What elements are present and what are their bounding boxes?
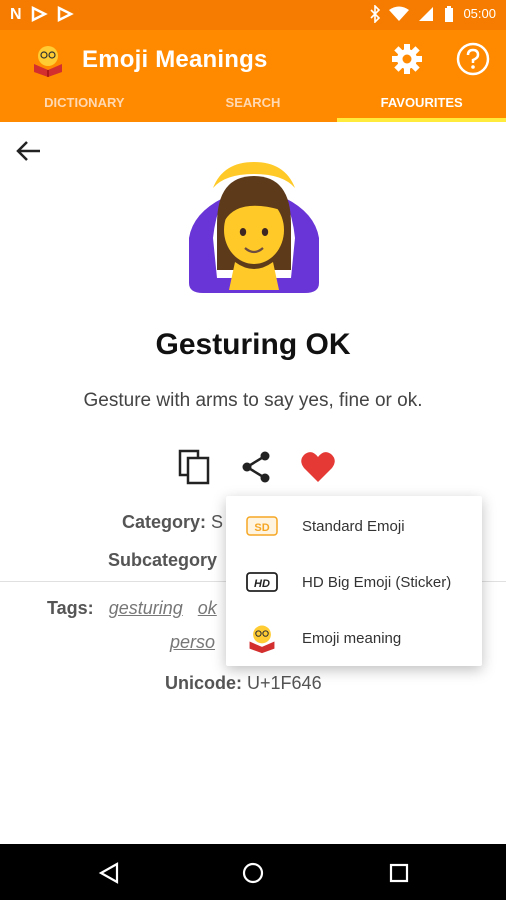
emoji-description: Gesture with arms to say yes, fine or ok… [83,390,423,411]
back-button[interactable] [12,134,46,168]
system-nav-bar [0,844,506,900]
subcategory-row: Subcategory [108,550,217,571]
menu-item-standard-emoji[interactable]: SD Standard Emoji [226,498,482,554]
tag-link[interactable]: ok [198,598,217,618]
copy-button[interactable] [176,447,212,487]
sd-badge-icon: SD [246,510,278,542]
emoji-gesturing-ok-image [189,162,319,293]
nav-back-button[interactable] [92,856,126,890]
arrow-left-icon [16,141,40,161]
nav-recents-button[interactable] [382,856,416,890]
tab-dictionary[interactable]: DICTIONARY [0,90,169,122]
share-button[interactable] [238,447,274,487]
bluetooth-icon [370,5,381,23]
category-row: Category: S [122,512,223,533]
clock: 05:00 [463,6,496,21]
notification-icons: N [10,5,74,25]
status-bar: N 05:00 [0,0,506,30]
tab-search[interactable]: SEARCH [169,90,338,122]
copy-icon [178,449,210,485]
menu-item-label: Emoji meaning [302,629,402,647]
system-icons: 05:00 [369,4,496,24]
menu-item-hd-big-emoji[interactable]: HD HD Big Emoji (Sticker) [226,554,482,610]
tags-label: Tags: [47,598,94,618]
app-bar: Emoji Meanings DICTIONARY SEARCH FAVOURI… [0,30,506,122]
share-icon [242,451,270,483]
menu-item-label: Standard Emoji [302,517,405,535]
tags-row: Tags: gesturing ok [47,598,217,619]
n-notification-icon: N [10,6,22,23]
menu-item-label: HD Big Emoji (Sticker) [302,573,452,591]
app-title: Emoji Meanings [82,46,268,73]
unicode-value: U+1F646 [247,673,322,693]
help-button[interactable] [454,40,492,78]
sd-badge-text: SD [254,522,269,534]
emoji-name: Gesturing OK [155,328,351,361]
app-notification-icon [57,5,74,23]
tag-link[interactable]: gesturing [109,598,183,618]
hd-badge-text: HD [254,578,270,590]
favourite-button[interactable] [300,447,336,487]
category-label: Category: [122,512,207,532]
app-logo-icon [34,46,62,77]
tags-row-2: perso [170,632,215,653]
square-recents-icon [389,863,409,883]
unicode-row: Unicode: U+1F646 [165,673,322,694]
circle-home-icon [242,862,264,884]
gear-icon [392,44,422,74]
emoji-detail: Gesturing OK Gesture with arms to say ye… [0,122,506,844]
category-value: S [211,512,224,532]
help-circle-icon [456,42,490,76]
tab-bar: DICTIONARY SEARCH FAVOURITES [0,90,506,122]
emoji-actions [176,447,336,487]
hd-badge-icon: HD [246,566,278,598]
share-popup-menu: SD Standard Emoji HD HD Big Emoji (Stick… [226,496,482,666]
battery-icon [445,6,454,22]
nav-home-button[interactable] [236,856,270,890]
settings-button[interactable] [388,40,426,78]
menu-item-emoji-meaning[interactable]: Emoji meaning [226,610,482,666]
subcategory-label: Subcategory [108,550,218,570]
app-notification-icon [31,5,48,23]
reading-emoji-icon [246,622,278,654]
tab-favourites[interactable]: FAVOURITES [337,90,506,122]
tag-link[interactable]: perso [170,632,215,652]
heart-icon [301,452,335,482]
triangle-back-icon [98,862,119,884]
wifi-icon [389,6,410,21]
signal-icon [419,7,434,21]
unicode-label: Unicode: [165,673,243,693]
